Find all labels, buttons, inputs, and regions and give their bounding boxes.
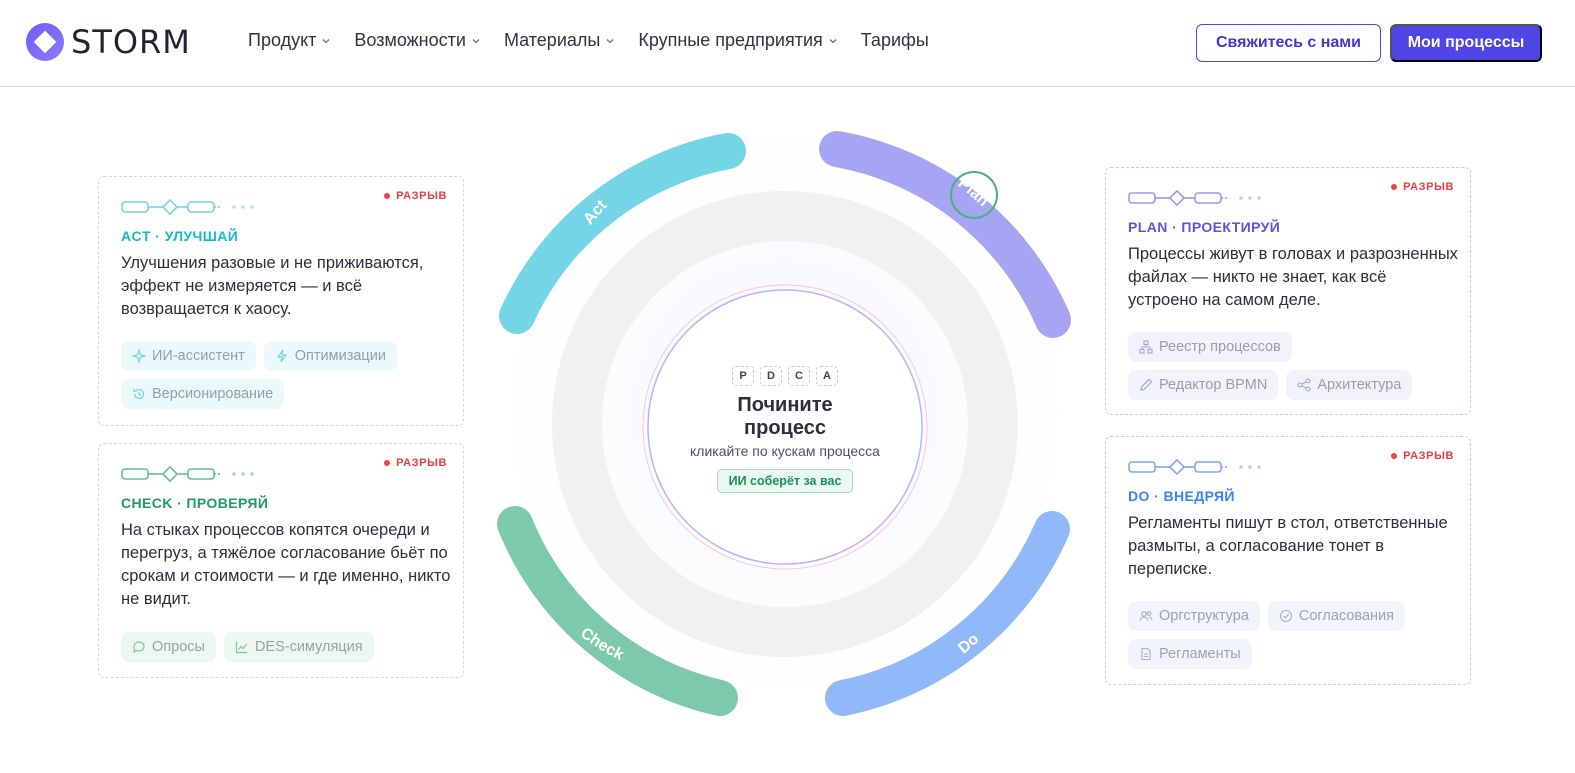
logo[interactable]: STORM <box>25 22 191 62</box>
nav-item-pricing[interactable]: Тарифы <box>861 30 929 51</box>
chip-label: Оргструктура <box>1159 608 1249 624</box>
feature-chips: Опросы DES-симуляция <box>121 632 451 670</box>
gap-badge-label: РАЗРЫВ <box>1403 450 1454 462</box>
logo-text: STORM <box>71 23 191 61</box>
my-processes-button[interactable]: Мои процессы <box>1390 24 1542 62</box>
chip-label: Версионирование <box>152 386 274 402</box>
chip-label: Оптимизации <box>294 348 386 364</box>
do-card[interactable]: РАЗРЫВ DO · ВНЕДРЯЙ Регламенты пишут в с… <box>1105 436 1471 685</box>
gap-badge: РАЗРЫВ <box>384 190 447 202</box>
users-icon <box>1139 611 1153 622</box>
process-chain-icon <box>1128 190 1261 206</box>
process-chain-icon <box>1128 459 1261 475</box>
sparkle-icon <box>132 349 146 363</box>
nav-item-label: Материалы <box>503 30 601 50</box>
chip-des-simulation[interactable]: DES-симуляция <box>223 632 374 662</box>
process-chain-icon <box>121 199 254 215</box>
nav-item-label: Продукт <box>248 30 317 50</box>
storm-logo-icon <box>26 23 64 61</box>
hierarchy-icon <box>1139 340 1153 354</box>
chip-label: ИИ-ассистент <box>152 348 245 364</box>
plan-card[interactable]: РАЗРЫВ PLAN · ПРОЕКТИРУЙ Процессы живут … <box>1105 167 1471 415</box>
nav-item-features[interactable]: Возможности <box>354 30 480 51</box>
gap-badge: РАЗРЫВ <box>384 457 447 469</box>
chip-label: Опросы <box>152 639 205 655</box>
card-tag: ACT · УЛУЧШАЙ <box>121 228 239 244</box>
chip-bpmn-editor[interactable]: Редактор BPMN <box>1128 370 1279 400</box>
pdca-letter: P <box>732 365 754 386</box>
check-circle-icon <box>1279 609 1292 623</box>
center-subtitle: кликайте по кускам процесса <box>690 442 880 459</box>
card-text: Процессы живут в головах и разрозненных … <box>1128 245 1458 309</box>
document-icon <box>1141 647 1151 661</box>
gap-badge: РАЗРЫВ <box>1391 450 1454 462</box>
process-chain-icon <box>121 466 254 482</box>
nav-item-label: Тарифы <box>860 30 929 50</box>
gap-badge-label: РАЗРЫВ <box>396 457 447 469</box>
card-tag: DO · ВНЕДРЯЙ <box>1128 488 1235 504</box>
pdca-letter: D <box>760 365 782 386</box>
card-text: Регламенты пишут в стол, ответственные р… <box>1128 514 1448 578</box>
check-card[interactable]: РАЗРЫВ CHECK · ПРОВЕРЯЙ На стыках процес… <box>98 443 464 678</box>
chip-approvals[interactable]: Согласования <box>1267 601 1405 631</box>
act-card[interactable]: РАЗРЫВ ACT · УЛУЧШАЙ Улучшения разовые и… <box>98 176 464 426</box>
nav-item-label: Возможности <box>354 30 466 50</box>
chip-org-structure[interactable]: Оргструктура <box>1128 601 1260 631</box>
chevron-down-icon <box>322 38 330 43</box>
nav-item-product[interactable]: Продукт <box>248 30 330 51</box>
chip-label: Редактор BPMN <box>1159 377 1268 393</box>
nav-item-enterprise[interactable]: Крупные предприятия <box>638 30 837 51</box>
chip-label: Архитектура <box>1317 377 1402 393</box>
history-icon <box>133 388 145 400</box>
feature-chips: ИИ-ассистент Оптимизации Версионирование <box>121 341 451 417</box>
contact-us-button[interactable]: Свяжитесь с нами <box>1196 24 1381 62</box>
gap-badge: РАЗРЫВ <box>1391 181 1454 193</box>
chip-label: Регламенты <box>1159 646 1241 662</box>
chip-process-registry[interactable]: Реестр процессов <box>1128 332 1292 362</box>
red-dot-icon <box>384 193 391 199</box>
chevron-down-icon <box>606 38 614 43</box>
card-tag: CHECK · ПРОВЕРЯЙ <box>121 495 269 511</box>
center-title-line: Почините <box>737 393 833 416</box>
gap-badge-label: РАЗРЫВ <box>1403 181 1454 193</box>
chat-icon <box>133 641 145 654</box>
chip-versioning[interactable]: Версионирование <box>121 379 285 409</box>
nav-item-label: Крупные предприятия <box>638 30 823 50</box>
chip-label: DES-симуляция <box>254 639 363 655</box>
chart-icon <box>235 641 248 654</box>
center-panel[interactable]: P D C A Почините процесс кликайте по кус… <box>650 290 920 560</box>
top-navbar: STORM Продукт Возможности Материалы Круп… <box>0 0 1575 87</box>
pdca-letter: C <box>788 365 810 386</box>
pencil-icon <box>1140 378 1153 391</box>
chip-label: Реестр процессов <box>1159 339 1281 355</box>
share-icon <box>1297 378 1311 392</box>
chip-ai-assistant[interactable]: ИИ-ассистент <box>121 341 256 371</box>
gap-badge-label: РАЗРЫВ <box>396 190 447 202</box>
chevron-down-icon <box>472 38 480 43</box>
feature-chips: Реестр процессов Редактор BPMN Архитекту… <box>1128 332 1458 408</box>
pdca-letters: P D C A <box>729 365 841 386</box>
card-text: Улучшения разовые и не приживаются, эффе… <box>121 254 424 318</box>
card-tag: PLAN · ПРОЕКТИРУЙ <box>1128 219 1281 235</box>
chip-architecture[interactable]: Архитектура <box>1286 370 1413 400</box>
chevron-down-icon <box>829 38 837 43</box>
center-title-line: процесс <box>744 416 826 439</box>
chip-optimizations[interactable]: Оптимизации <box>263 341 397 371</box>
bolt-icon <box>276 349 287 363</box>
pdca-letter: A <box>816 365 838 386</box>
red-dot-icon <box>1391 453 1398 459</box>
main-nav: Продукт Возможности Материалы Крупные пр… <box>248 30 953 51</box>
chip-label: Согласования <box>1298 608 1394 624</box>
nav-item-materials[interactable]: Материалы <box>504 30 614 51</box>
red-dot-icon <box>1391 184 1398 190</box>
red-dot-icon <box>384 460 391 466</box>
center-title: Почините процесс <box>737 394 832 440</box>
card-text: На стыках процессов копятся очереди и пе… <box>121 521 451 608</box>
chip-surveys[interactable]: Опросы <box>121 632 216 662</box>
ai-badge[interactable]: ИИ соберёт за вас <box>716 468 854 493</box>
chip-regulations[interactable]: Регламенты <box>1128 639 1252 669</box>
feature-chips: Оргструктура Согласования Регламенты <box>1128 601 1458 677</box>
